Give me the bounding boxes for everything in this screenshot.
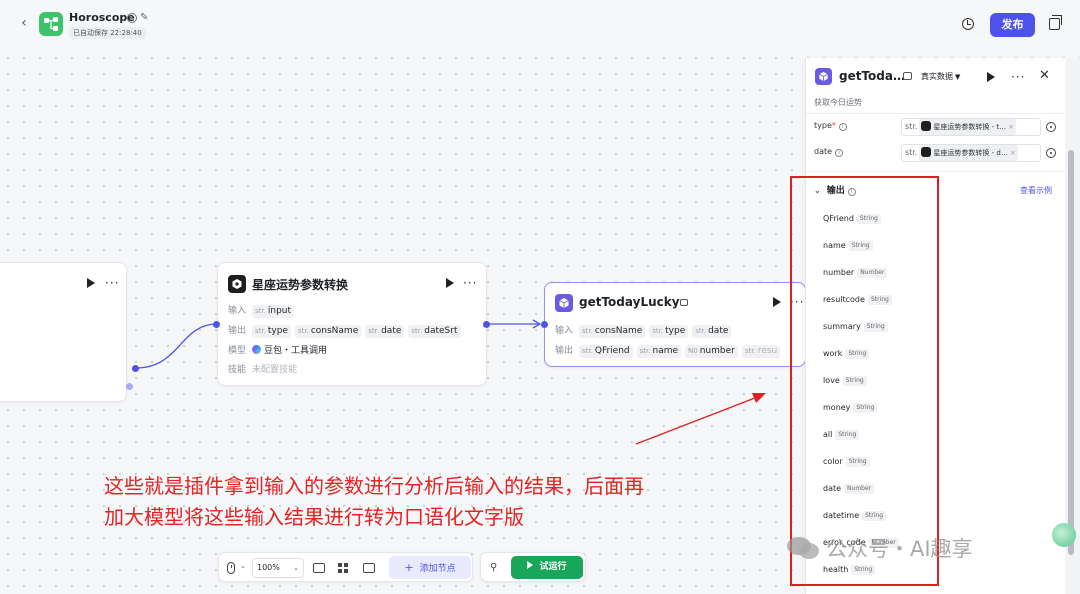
chevron-down-icon: ⌄ <box>293 564 299 572</box>
watermark: 公众号・AI趣享 <box>786 533 973 565</box>
add-node-button[interactable]: + 添加节点 <box>389 556 471 579</box>
annotation-line: 这些就是插件拿到输入的参数进行分析后输入的结果，后面再 <box>104 474 644 498</box>
plus-icon: + <box>404 561 414 574</box>
mouse-mode-icon[interactable] <box>227 562 235 574</box>
play-icon <box>527 561 534 569</box>
run-toolbar: ⚲ 试运行 <box>480 552 586 582</box>
caret-down-icon[interactable]: ⌄ <box>240 562 246 570</box>
wechat-logo-icon <box>787 537 819 559</box>
avatar <box>1052 523 1076 547</box>
zoom-select[interactable]: 100% ⌄ <box>252 558 304 578</box>
auto-layout-icon[interactable] <box>338 563 348 573</box>
annotation-line: 加大模型将这些输入结果进行转为口语化文字版 <box>104 505 524 529</box>
test-run-button[interactable]: 试运行 <box>511 556 583 579</box>
canvas-toolbar: ⌄ 100% ⌄ + 添加节点 <box>218 552 473 582</box>
annotation-text: 这些就是插件拿到输入的参数进行分析后输入的结果，后面再 加大模型将这些输入结果进… <box>104 471 784 533</box>
wrench-icon[interactable]: ⚲ <box>490 562 497 573</box>
comment-icon[interactable] <box>313 563 325 573</box>
minimap-icon[interactable] <box>363 563 375 573</box>
